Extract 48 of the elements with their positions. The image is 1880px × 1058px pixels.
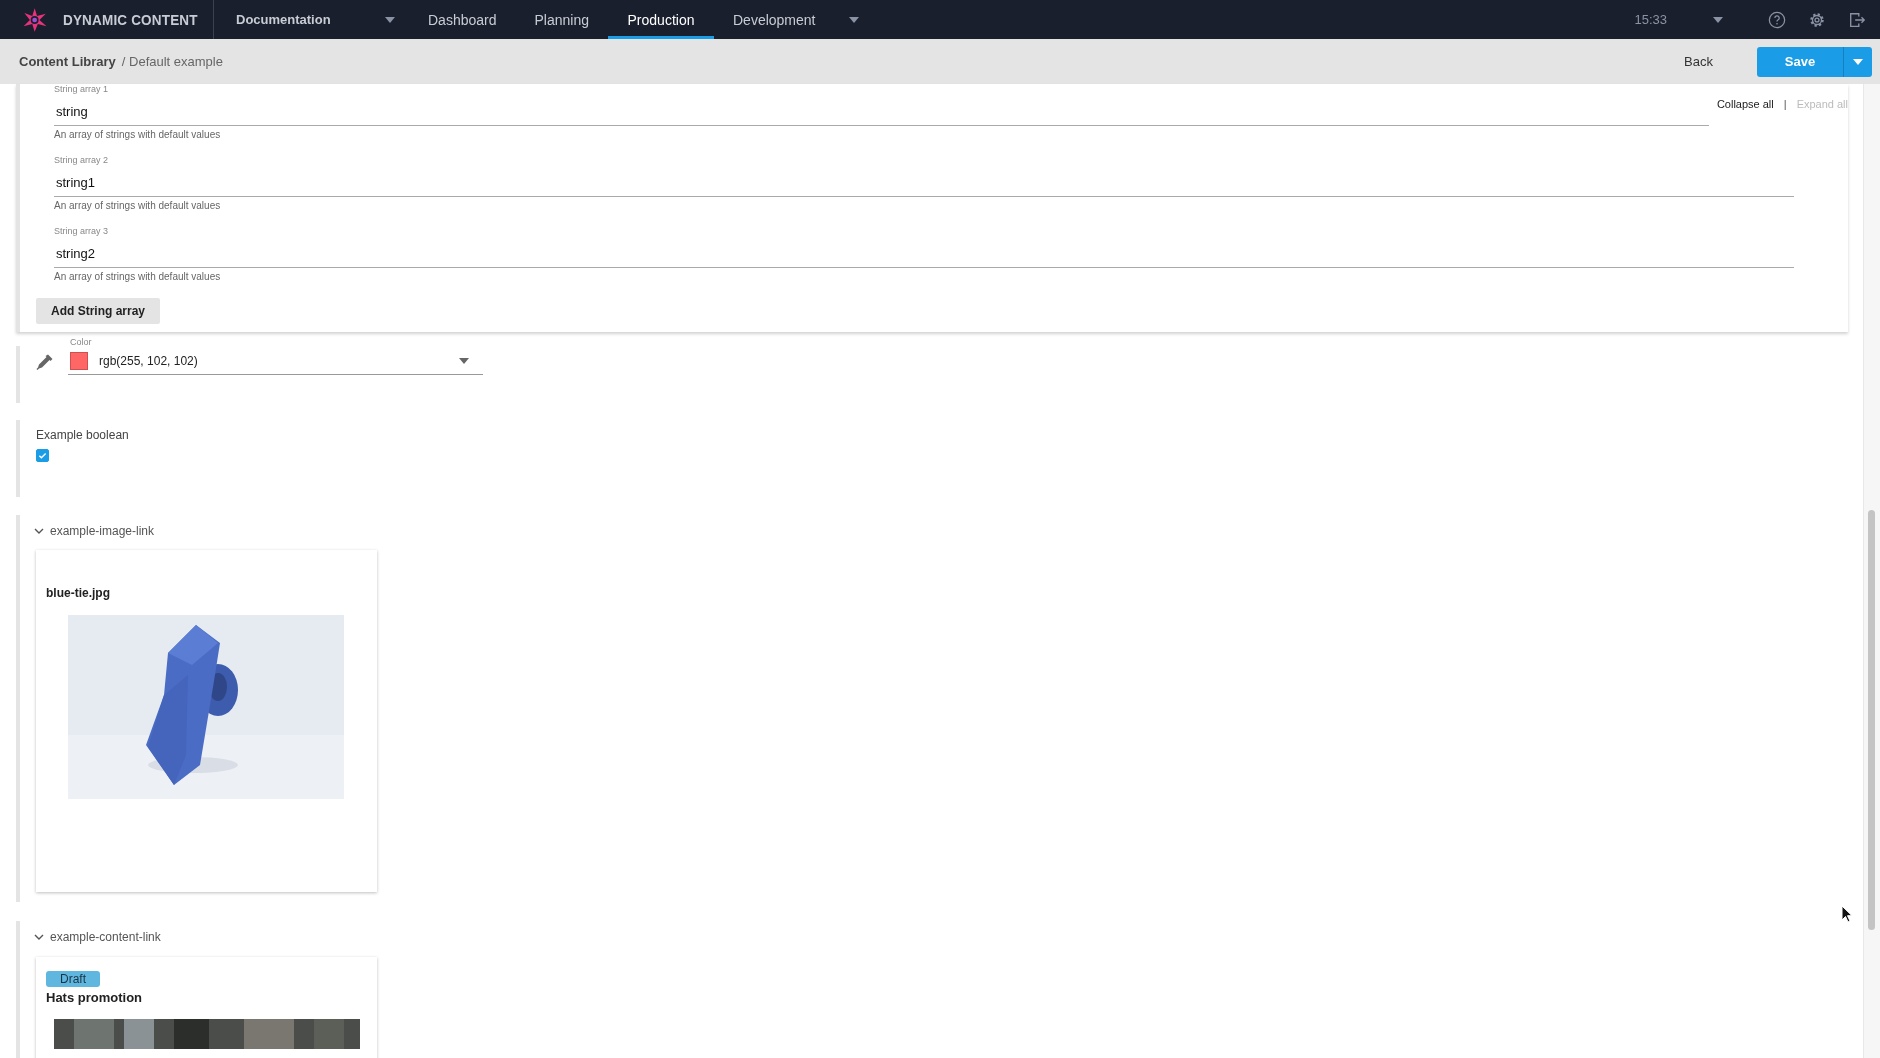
checkbox[interactable] [36, 449, 49, 462]
input-field[interactable]: string [54, 99, 1709, 126]
nav-tab[interactable]: Development [714, 0, 835, 39]
time-text: 15:33 [1634, 12, 1667, 27]
input-field[interactable]: string1 [54, 170, 1794, 197]
chevron-icon[interactable] [34, 934, 44, 940]
chevron-icon[interactable] [34, 528, 44, 534]
sign-out-icon[interactable] [1848, 10, 1866, 29]
caret-icon [1853, 58, 1863, 65]
breadcrumb-current: / Default example [121, 54, 223, 69]
app-name: DYNAMIC CONTENT [63, 11, 199, 28]
scrollbar-thumb[interactable] [1868, 510, 1875, 930]
content-card[interactable]: Draft Hats promotion [36, 957, 377, 1058]
field-label: String array 2 [54, 155, 110, 166]
caret-icon[interactable] [848, 16, 859, 23]
field-label: String array 3 [54, 226, 110, 237]
help-icon[interactable] [1768, 10, 1786, 29]
nav-tab[interactable]: Planning [515, 0, 608, 39]
section-title: example-image-link [50, 524, 155, 538]
file-name: blue-tie.jpg [46, 586, 111, 600]
add-string-array-button[interactable]: Add String array [36, 298, 161, 324]
helper-text: An array of strings with default values [54, 271, 222, 282]
eyedropper-icon[interactable] [35, 352, 55, 372]
back-button[interactable]: Back [1684, 54, 1713, 69]
field-label: Example boolean [36, 428, 130, 442]
caret-icon [385, 16, 395, 23]
field-label: Color [70, 337, 93, 348]
field-label: String array 1 [54, 84, 110, 95]
hub-selector[interactable]: Documentation [214, 0, 395, 39]
status-badge: Draft [46, 971, 100, 987]
settings-icon[interactable] [1808, 10, 1826, 29]
breadcrumb-link[interactable]: Content Library [19, 54, 116, 69]
nav-tab[interactable]: Dashboard [409, 0, 516, 39]
save-menu-button[interactable] [1843, 46, 1872, 77]
input-field[interactable]: string2 [54, 241, 1794, 268]
collapse-all-link[interactable]: Collapse all [1716, 98, 1774, 110]
helper-text: An array of strings with default values [54, 200, 222, 211]
checkmark-icon [37, 450, 48, 461]
section-title: example-content-link [50, 930, 161, 944]
color-swatch [70, 352, 88, 370]
caret-icon[interactable] [1713, 16, 1723, 23]
color-select[interactable]: rgb(255, 102, 102) [68, 348, 483, 375]
separator-text: | [1783, 98, 1787, 110]
mouse-pointer-icon [1841, 905, 1853, 923]
image-card[interactable]: blue-tie.jpg [36, 550, 377, 892]
helper-text: An array of strings with default values [54, 129, 222, 140]
caret-icon [459, 358, 469, 364]
content-name: Hats promotion [46, 990, 144, 1005]
